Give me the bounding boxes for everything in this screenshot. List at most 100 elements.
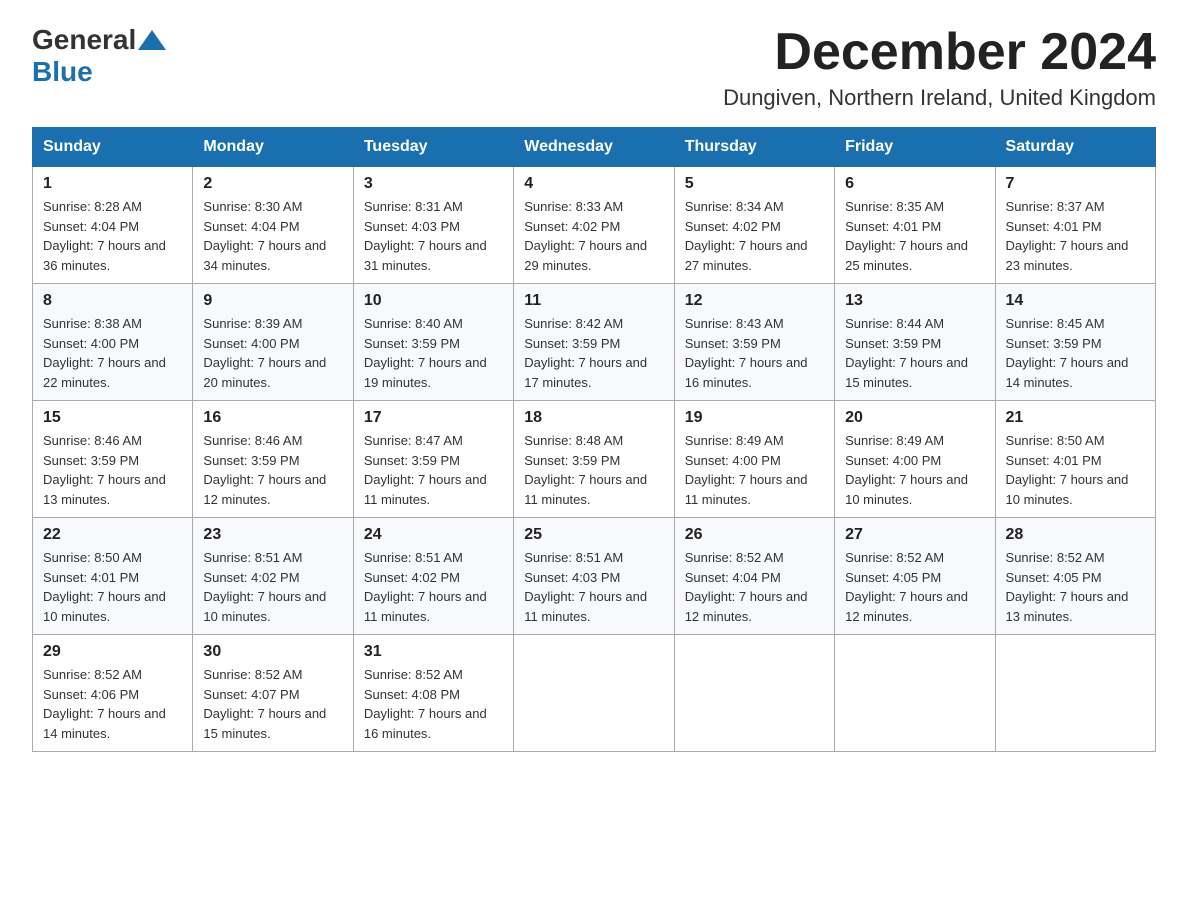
day-number: 10 xyxy=(364,292,503,310)
day-cell-26: 26 Sunrise: 8:52 AMSunset: 4:04 PMDaylig… xyxy=(674,518,834,635)
day-info: Sunrise: 8:37 AMSunset: 4:01 PMDaylight:… xyxy=(1006,197,1145,275)
col-monday: Monday xyxy=(193,128,353,167)
col-saturday: Saturday xyxy=(995,128,1155,167)
day-cell-9: 9 Sunrise: 8:39 AMSunset: 4:00 PMDayligh… xyxy=(193,284,353,401)
location-title: Dungiven, Northern Ireland, United Kingd… xyxy=(723,85,1156,111)
day-cell-3: 3 Sunrise: 8:31 AMSunset: 4:03 PMDayligh… xyxy=(353,167,513,284)
day-info: Sunrise: 8:52 AMSunset: 4:05 PMDaylight:… xyxy=(845,548,984,626)
day-info: Sunrise: 8:49 AMSunset: 4:00 PMDaylight:… xyxy=(685,431,824,509)
day-info: Sunrise: 8:52 AMSunset: 4:06 PMDaylight:… xyxy=(43,665,182,743)
day-cell-1: 1 Sunrise: 8:28 AMSunset: 4:04 PMDayligh… xyxy=(33,167,193,284)
day-info: Sunrise: 8:50 AMSunset: 4:01 PMDaylight:… xyxy=(1006,431,1145,509)
week-row-1: 1 Sunrise: 8:28 AMSunset: 4:04 PMDayligh… xyxy=(33,167,1156,284)
day-cell-17: 17 Sunrise: 8:47 AMSunset: 3:59 PMDaylig… xyxy=(353,401,513,518)
day-info: Sunrise: 8:52 AMSunset: 4:04 PMDaylight:… xyxy=(685,548,824,626)
week-row-2: 8 Sunrise: 8:38 AMSunset: 4:00 PMDayligh… xyxy=(33,284,1156,401)
day-info: Sunrise: 8:51 AMSunset: 4:02 PMDaylight:… xyxy=(203,548,342,626)
day-cell-20: 20 Sunrise: 8:49 AMSunset: 4:00 PMDaylig… xyxy=(835,401,995,518)
day-cell-8: 8 Sunrise: 8:38 AMSunset: 4:00 PMDayligh… xyxy=(33,284,193,401)
day-number: 1 xyxy=(43,175,182,193)
logo-blue-text: Blue xyxy=(32,56,93,87)
day-cell-7: 7 Sunrise: 8:37 AMSunset: 4:01 PMDayligh… xyxy=(995,167,1155,284)
col-friday: Friday xyxy=(835,128,995,167)
day-cell-31: 31 Sunrise: 8:52 AMSunset: 4:08 PMDaylig… xyxy=(353,635,513,752)
day-cell-13: 13 Sunrise: 8:44 AMSunset: 3:59 PMDaylig… xyxy=(835,284,995,401)
day-number: 21 xyxy=(1006,409,1145,427)
col-thursday: Thursday xyxy=(674,128,834,167)
month-title: December 2024 xyxy=(723,24,1156,81)
day-number: 17 xyxy=(364,409,503,427)
empty-cell xyxy=(674,635,834,752)
day-cell-19: 19 Sunrise: 8:49 AMSunset: 4:00 PMDaylig… xyxy=(674,401,834,518)
day-info: Sunrise: 8:34 AMSunset: 4:02 PMDaylight:… xyxy=(685,197,824,275)
day-info: Sunrise: 8:43 AMSunset: 3:59 PMDaylight:… xyxy=(685,314,824,392)
day-info: Sunrise: 8:50 AMSunset: 4:01 PMDaylight:… xyxy=(43,548,182,626)
day-info: Sunrise: 8:28 AMSunset: 4:04 PMDaylight:… xyxy=(43,197,182,275)
empty-cell xyxy=(835,635,995,752)
day-cell-23: 23 Sunrise: 8:51 AMSunset: 4:02 PMDaylig… xyxy=(193,518,353,635)
day-info: Sunrise: 8:49 AMSunset: 4:00 PMDaylight:… xyxy=(845,431,984,509)
day-info: Sunrise: 8:48 AMSunset: 3:59 PMDaylight:… xyxy=(524,431,663,509)
day-number: 20 xyxy=(845,409,984,427)
day-number: 9 xyxy=(203,292,342,310)
day-cell-18: 18 Sunrise: 8:48 AMSunset: 3:59 PMDaylig… xyxy=(514,401,674,518)
day-cell-12: 12 Sunrise: 8:43 AMSunset: 3:59 PMDaylig… xyxy=(674,284,834,401)
col-tuesday: Tuesday xyxy=(353,128,513,167)
day-number: 4 xyxy=(524,175,663,193)
day-cell-27: 27 Sunrise: 8:52 AMSunset: 4:05 PMDaylig… xyxy=(835,518,995,635)
week-row-3: 15 Sunrise: 8:46 AMSunset: 3:59 PMDaylig… xyxy=(33,401,1156,518)
day-number: 14 xyxy=(1006,292,1145,310)
day-info: Sunrise: 8:30 AMSunset: 4:04 PMDaylight:… xyxy=(203,197,342,275)
day-info: Sunrise: 8:38 AMSunset: 4:00 PMDaylight:… xyxy=(43,314,182,392)
day-cell-21: 21 Sunrise: 8:50 AMSunset: 4:01 PMDaylig… xyxy=(995,401,1155,518)
day-number: 15 xyxy=(43,409,182,427)
day-number: 7 xyxy=(1006,175,1145,193)
day-cell-25: 25 Sunrise: 8:51 AMSunset: 4:03 PMDaylig… xyxy=(514,518,674,635)
day-info: Sunrise: 8:52 AMSunset: 4:08 PMDaylight:… xyxy=(364,665,503,743)
title-block: December 2024 Dungiven, Northern Ireland… xyxy=(723,24,1156,111)
day-info: Sunrise: 8:33 AMSunset: 4:02 PMDaylight:… xyxy=(524,197,663,275)
day-cell-5: 5 Sunrise: 8:34 AMSunset: 4:02 PMDayligh… xyxy=(674,167,834,284)
day-number: 26 xyxy=(685,526,824,544)
day-info: Sunrise: 8:31 AMSunset: 4:03 PMDaylight:… xyxy=(364,197,503,275)
day-cell-15: 15 Sunrise: 8:46 AMSunset: 3:59 PMDaylig… xyxy=(33,401,193,518)
day-number: 29 xyxy=(43,643,182,661)
day-number: 23 xyxy=(203,526,342,544)
day-info: Sunrise: 8:44 AMSunset: 3:59 PMDaylight:… xyxy=(845,314,984,392)
day-cell-29: 29 Sunrise: 8:52 AMSunset: 4:06 PMDaylig… xyxy=(33,635,193,752)
day-cell-16: 16 Sunrise: 8:46 AMSunset: 3:59 PMDaylig… xyxy=(193,401,353,518)
day-info: Sunrise: 8:42 AMSunset: 3:59 PMDaylight:… xyxy=(524,314,663,392)
day-number: 5 xyxy=(685,175,824,193)
week-row-4: 22 Sunrise: 8:50 AMSunset: 4:01 PMDaylig… xyxy=(33,518,1156,635)
col-sunday: Sunday xyxy=(33,128,193,167)
empty-cell xyxy=(514,635,674,752)
logo: General Blue xyxy=(32,24,168,88)
day-info: Sunrise: 8:45 AMSunset: 3:59 PMDaylight:… xyxy=(1006,314,1145,392)
day-number: 27 xyxy=(845,526,984,544)
week-row-5: 29 Sunrise: 8:52 AMSunset: 4:06 PMDaylig… xyxy=(33,635,1156,752)
day-number: 11 xyxy=(524,292,663,310)
day-number: 16 xyxy=(203,409,342,427)
day-cell-28: 28 Sunrise: 8:52 AMSunset: 4:05 PMDaylig… xyxy=(995,518,1155,635)
day-number: 8 xyxy=(43,292,182,310)
col-wednesday: Wednesday xyxy=(514,128,674,167)
calendar-header-row: Sunday Monday Tuesday Wednesday Thursday… xyxy=(33,128,1156,167)
day-cell-6: 6 Sunrise: 8:35 AMSunset: 4:01 PMDayligh… xyxy=(835,167,995,284)
day-cell-2: 2 Sunrise: 8:30 AMSunset: 4:04 PMDayligh… xyxy=(193,167,353,284)
day-info: Sunrise: 8:46 AMSunset: 3:59 PMDaylight:… xyxy=(43,431,182,509)
day-info: Sunrise: 8:47 AMSunset: 3:59 PMDaylight:… xyxy=(364,431,503,509)
day-number: 6 xyxy=(845,175,984,193)
day-cell-24: 24 Sunrise: 8:51 AMSunset: 4:02 PMDaylig… xyxy=(353,518,513,635)
day-number: 31 xyxy=(364,643,503,661)
empty-cell xyxy=(995,635,1155,752)
day-number: 22 xyxy=(43,526,182,544)
day-cell-22: 22 Sunrise: 8:50 AMSunset: 4:01 PMDaylig… xyxy=(33,518,193,635)
day-cell-14: 14 Sunrise: 8:45 AMSunset: 3:59 PMDaylig… xyxy=(995,284,1155,401)
logo-triangle-icon xyxy=(138,30,166,50)
day-cell-30: 30 Sunrise: 8:52 AMSunset: 4:07 PMDaylig… xyxy=(193,635,353,752)
day-number: 24 xyxy=(364,526,503,544)
day-info: Sunrise: 8:39 AMSunset: 4:00 PMDaylight:… xyxy=(203,314,342,392)
day-number: 18 xyxy=(524,409,663,427)
day-cell-4: 4 Sunrise: 8:33 AMSunset: 4:02 PMDayligh… xyxy=(514,167,674,284)
day-number: 19 xyxy=(685,409,824,427)
